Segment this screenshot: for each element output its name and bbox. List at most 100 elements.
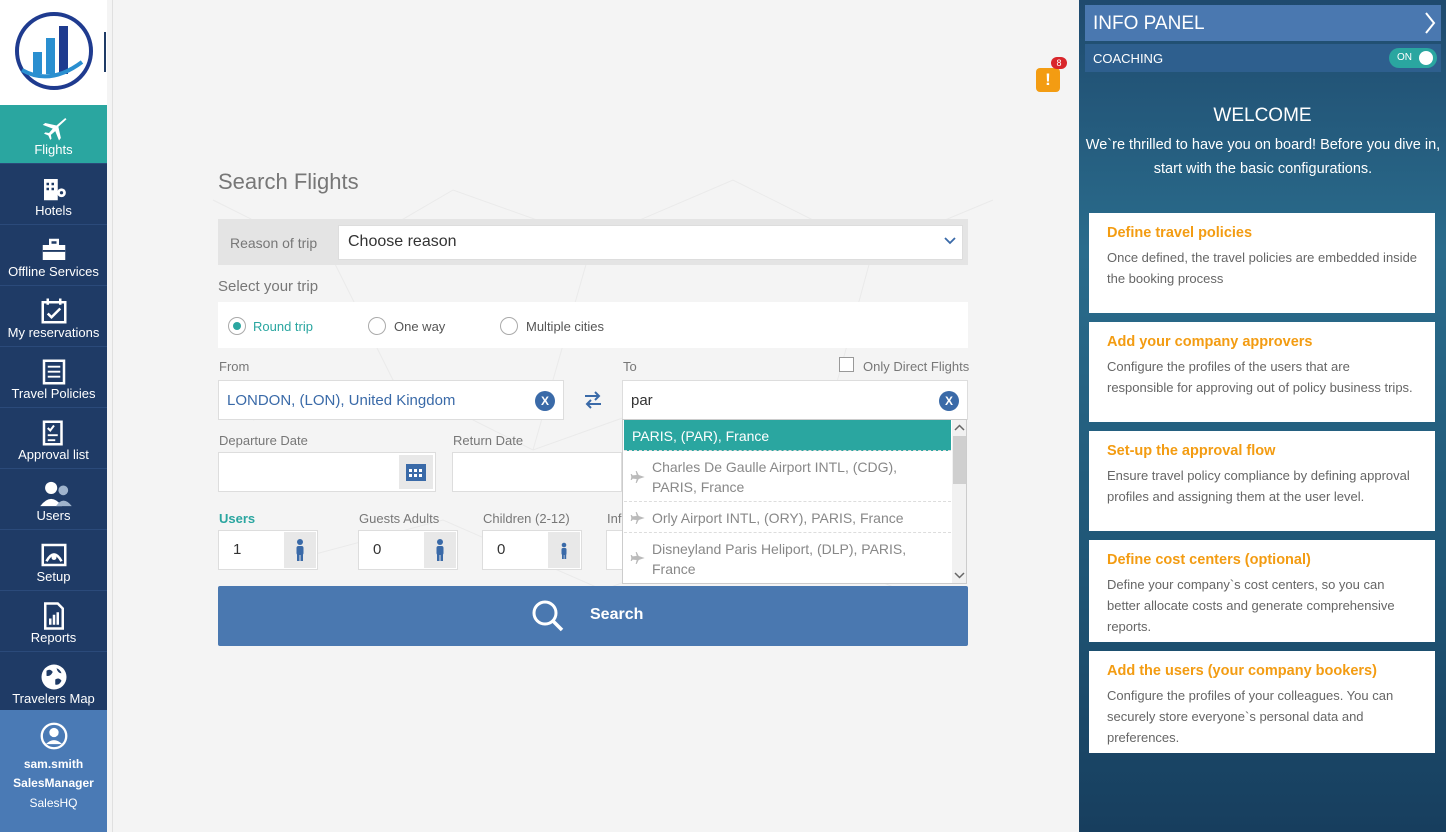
info-card-desc: Define your company`s cost centers, so y… <box>1107 577 1395 634</box>
infants-label: Inf <box>607 511 622 526</box>
airplane-icon <box>630 552 645 564</box>
sidebar-item-reports[interactable]: Reports <box>0 593 107 652</box>
suggestion-item[interactable]: PARIS, (PAR), France <box>624 420 951 451</box>
hotel-icon <box>44 179 66 201</box>
info-card-desc: Once defined, the travel policies are em… <box>1107 250 1418 286</box>
guests-person-button[interactable] <box>424 532 456 568</box>
sidebar-item-users[interactable]: Users <box>0 471 107 530</box>
sidebar-item-flights[interactable]: Flights <box>0 105 107 164</box>
info-card[interactable]: Define cost centers (optional) Define yo… <box>1089 540 1435 642</box>
users-person-button[interactable] <box>284 532 316 568</box>
calendar-icon <box>406 464 426 481</box>
departure-date-label: Departure Date <box>219 433 308 448</box>
sidebar-item-label: Setup <box>36 569 71 584</box>
user-profile[interactable]: sam.smith SalesManager SalesHQ <box>0 710 107 832</box>
report-icon <box>44 602 64 630</box>
from-label: From <box>219 359 250 374</box>
sidebar-item-hotels[interactable]: Hotels <box>0 166 107 225</box>
user-role: SalesManager <box>13 776 94 790</box>
search-button-label: Search <box>590 606 644 623</box>
coaching-toggle[interactable]: ON <box>1389 48 1437 68</box>
sidebar-item-offline-services[interactable]: Offline Services <box>0 227 107 286</box>
user-office: SalesHQ <box>29 796 78 810</box>
round-trip-radio[interactable] <box>228 317 246 335</box>
airplane-icon <box>630 471 645 483</box>
info-card-title[interactable]: Define travel policies <box>1107 225 1252 241</box>
user-avatar-icon <box>40 722 68 750</box>
info-card[interactable]: Define travel policies Once defined, the… <box>1089 213 1435 313</box>
infants-input[interactable] <box>606 530 622 570</box>
sidebar-item-label: Approval list <box>18 447 89 462</box>
info-card[interactable]: Set-up the approval flow Ensure travel p… <box>1089 431 1435 531</box>
suggestion-label: PARIS, (PAR), France <box>632 428 770 444</box>
sidebar: Flights Hotels Offline Services My reser… <box>0 0 107 832</box>
suggestion-item[interactable]: Orly Airport INTL, (ORY), PARIS, France <box>624 502 951 533</box>
company-logo[interactable] <box>0 0 107 105</box>
suggestion-item[interactable]: Disneyland Paris Heliport, (DLP), PARIS,… <box>624 533 951 583</box>
globe-icon <box>41 664 67 690</box>
round-trip-label[interactable]: Round trip <box>253 319 313 334</box>
sidebar-item-travelers-map[interactable]: Travelers Map <box>0 654 107 713</box>
toggle-label: ON <box>1397 52 1412 63</box>
info-card-title[interactable]: Set-up the approval flow <box>1107 443 1275 459</box>
sidebar-item-label: My reservations <box>7 325 100 340</box>
alert-icon[interactable]: ! <box>1036 68 1060 92</box>
children-label: Children (2-12) <box>483 511 570 526</box>
sidebar-item-label: Reports <box>30 630 77 645</box>
chevron-right-icon[interactable] <box>1423 11 1437 35</box>
to-input[interactable] <box>622 380 968 420</box>
clear-to-button[interactable]: X <box>939 391 959 411</box>
welcome-title: WELCOME <box>1213 105 1312 126</box>
info-panel-header[interactable]: INFO PANEL <box>1085 5 1441 41</box>
sidebar-item-travel-policies[interactable]: Travel Policies <box>0 349 107 408</box>
multiple-cities-radio[interactable] <box>500 317 518 335</box>
info-panel-title: INFO PANEL <box>1093 13 1205 34</box>
users-icon <box>40 481 72 507</box>
person-icon <box>436 539 444 561</box>
suggestion-item[interactable]: Charles De Gaulle Airport INTL, (CDG), P… <box>624 451 951 502</box>
sidebar-item-approval-list[interactable]: Approval list <box>0 410 107 469</box>
scroll-down-icon[interactable] <box>952 569 967 581</box>
users-count-value: 1 <box>233 541 242 558</box>
coaching-label: COACHING <box>1093 51 1164 66</box>
swap-icon[interactable] <box>582 389 604 411</box>
to-input-value: par <box>631 392 653 409</box>
suggestions-scrollbar[interactable] <box>952 420 967 583</box>
child-icon <box>561 542 567 559</box>
to-label: To <box>623 359 637 374</box>
departure-calendar-button[interactable] <box>399 455 433 489</box>
info-card-desc: Ensure travel policy compliance by defin… <box>1107 468 1410 504</box>
clear-from-button[interactable]: X <box>535 391 555 411</box>
only-direct-flights-label[interactable]: Only Direct Flights <box>863 359 969 374</box>
info-card[interactable]: Add your company approvers Configure the… <box>1089 322 1435 422</box>
sidebar-item-my-reservations[interactable]: My reservations <box>0 288 107 347</box>
info-card-title[interactable]: Define cost centers (optional) <box>1107 552 1311 568</box>
one-way-label[interactable]: One way <box>394 319 445 334</box>
sidebar-item-setup[interactable]: Setup <box>0 532 107 591</box>
chevron-down-icon[interactable] <box>943 234 957 248</box>
sidebar-item-label: Travelers Map <box>12 691 95 706</box>
return-date-label: Return Date <box>453 433 524 448</box>
children-person-button[interactable] <box>548 532 580 568</box>
user-name: sam.smith <box>23 757 84 771</box>
info-card-title[interactable]: Add the users (your company bookers) <box>1107 663 1377 679</box>
scroll-up-icon[interactable] <box>952 422 967 434</box>
destination-suggestions: PARIS, (PAR), France Charles De Gaulle A… <box>622 419 967 584</box>
from-input-value: LONDON, (LON), United Kingdom <box>227 392 456 409</box>
info-card[interactable]: Add the users (your company bookers) Con… <box>1089 651 1435 753</box>
children-value: 0 <box>497 541 506 558</box>
multiple-cities-label[interactable]: Multiple cities <box>526 319 604 334</box>
one-way-radio[interactable] <box>368 317 386 335</box>
info-card-desc: Configure the profiles of the users that… <box>1107 359 1413 395</box>
only-direct-flights-checkbox[interactable] <box>839 357 854 372</box>
toggle-knob <box>1419 51 1433 65</box>
return-date-input[interactable] <box>452 452 622 492</box>
sidebar-item-label: Hotels <box>35 203 72 218</box>
welcome-text: We`re thrilled to have you on board! Bef… <box>1085 137 1441 177</box>
scrollbar-thumb[interactable] <box>953 436 966 484</box>
suggestion-label: Disneyland Paris Heliport, (DLP), PARIS,… <box>652 541 907 577</box>
reason-of-trip-label: Reason of trip <box>230 235 318 251</box>
guests-adults-value: 0 <box>373 541 382 558</box>
logo-icon <box>15 12 106 90</box>
info-card-title[interactable]: Add your company approvers <box>1107 334 1312 350</box>
